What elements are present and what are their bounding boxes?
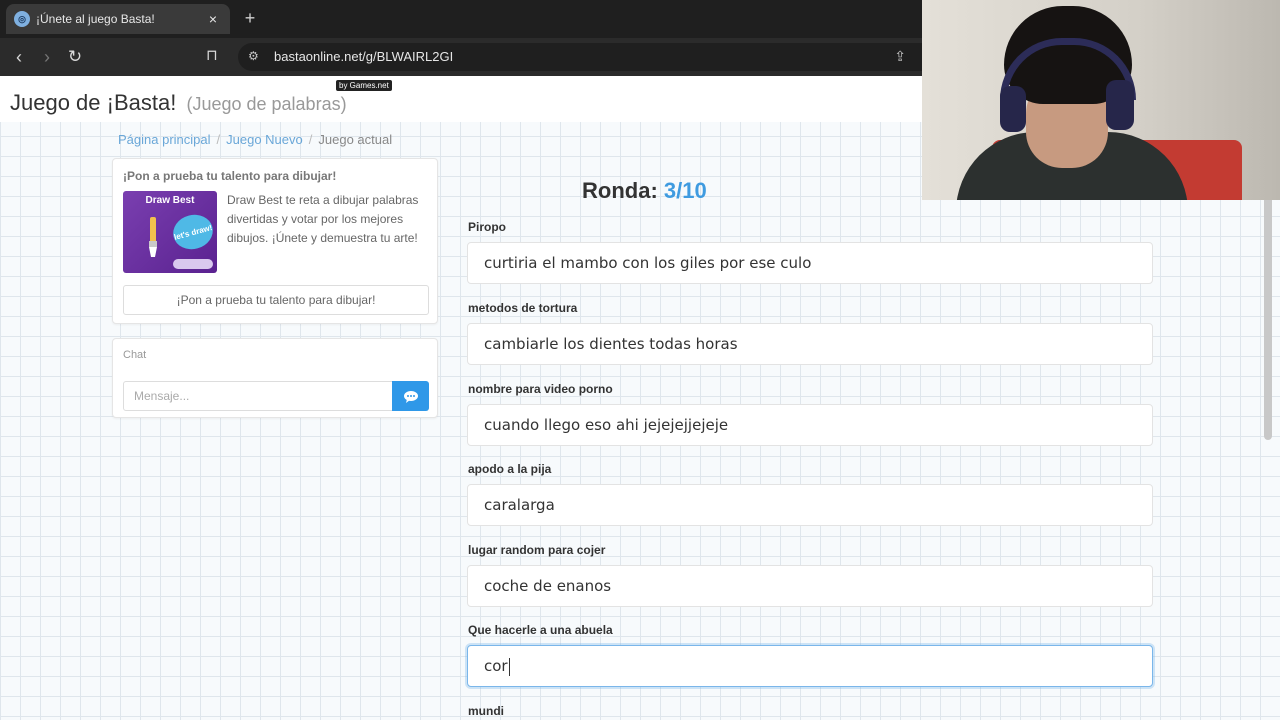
field-input-metodos-de-tortura[interactable]: cambiarle los dientes todas horas	[467, 323, 1153, 365]
field-label: lugar random para cojer	[468, 543, 606, 557]
site-title-text: Juego de ¡Basta!	[10, 90, 177, 115]
bookmark-icon[interactable]: ⊓	[206, 46, 218, 64]
field-input-nombre-video[interactable]: cuando llego eso ahi jejejejjejeje	[467, 404, 1153, 446]
chat-card: Chat	[112, 338, 438, 418]
chat-label: Chat	[123, 349, 147, 361]
webcam-overlay	[922, 0, 1280, 200]
promo-description: Draw Best te reta a dibujar palabras div…	[227, 193, 419, 245]
share-icon[interactable]: ⇪	[894, 48, 906, 65]
field-label: apodo a la pija	[468, 462, 552, 476]
address-bar[interactable]: ⚙ bastaonline.net/g/BLWAIRL2GI ⇪	[238, 43, 922, 71]
globe-icon: ◎	[14, 11, 30, 27]
field-input-apodo[interactable]: caralarga	[467, 484, 1153, 526]
promo-image-bubble: let's draw!	[169, 210, 217, 254]
field-input-abuela-value: cor	[484, 657, 508, 675]
field-label: Piropo	[468, 220, 506, 234]
chat-send-button[interactable]	[392, 381, 429, 411]
url-text: bastaonline.net/g/BLWAIRL2GI	[274, 49, 454, 64]
breadcrumb: Página principal / Juego Nuevo / Juego actua…	[118, 132, 392, 147]
site-subtitle: (Juego de palabras)	[186, 94, 347, 114]
breadcrumb-separator: /	[308, 132, 313, 147]
round-label: Ronda:	[582, 178, 658, 203]
headset-earcup-left	[1000, 86, 1026, 132]
field-label: metodos de tortura	[468, 301, 578, 315]
promo-heading: ¡Pon a prueba tu talento para dibujar!	[123, 169, 337, 183]
paintbrush-icon	[149, 217, 157, 257]
browser-tab[interactable]: ◎ ¡Únete al juego Basta! ×	[6, 4, 230, 34]
field-input-lugar-random[interactable]: coche de enanos	[467, 565, 1153, 607]
promo-image-title: Draw Best	[145, 195, 195, 206]
promo-card: ¡Pon a prueba tu talento para dibujar! D…	[112, 158, 438, 324]
close-icon[interactable]: ×	[204, 11, 222, 27]
field-label: nombre para video porno	[468, 382, 613, 396]
browser-nav-bar: ‹ › ↻ ⊓ ⚙ bastaonline.net/g/BLWAIRL2GI ⇪	[0, 38, 922, 76]
chat-message-input[interactable]	[123, 381, 393, 411]
headset-earcup-right	[1106, 80, 1134, 130]
breadcrumb-current: Juego actual	[318, 132, 393, 147]
field-label: Que hacerle a una abuela	[468, 623, 613, 637]
scrollbar[interactable]	[1264, 196, 1272, 440]
chat-bubble-icon	[403, 390, 418, 403]
promo-image-footer	[173, 259, 213, 269]
text-caret	[508, 657, 510, 676]
brand-badge: by Games.net	[336, 80, 392, 91]
back-icon[interactable]: ‹	[8, 46, 30, 68]
new-tab-button[interactable]: +	[240, 8, 260, 29]
forward-icon[interactable]: ›	[36, 46, 58, 68]
field-input-piropo[interactable]: curtiria el mambo con los giles por ese …	[467, 242, 1153, 284]
breadcrumb-home[interactable]: Página principal	[118, 132, 211, 147]
reload-icon[interactable]: ↻	[64, 46, 86, 68]
site-header: Juego de ¡Basta! (Juego de palabras) by …	[0, 76, 922, 122]
page-title: Juego de ¡Basta! (Juego de palabras)	[10, 90, 347, 116]
round-indicator: Ronda: 3/10	[582, 178, 707, 204]
round-value: 3/10	[663, 178, 707, 203]
draw-best-button[interactable]: ¡Pon a prueba tu talento para dibujar!	[123, 285, 429, 315]
draw-best-image[interactable]: Draw Best let's draw!	[123, 191, 217, 273]
tab-title: ¡Únete al juego Basta!	[36, 12, 155, 26]
field-label: mundi	[468, 704, 504, 718]
breadcrumb-separator: /	[216, 132, 221, 147]
breadcrumb-new-game[interactable]: Juego Nuevo	[226, 132, 303, 147]
site-settings-icon[interactable]: ⚙	[248, 49, 259, 63]
browser-tab-bar: ◎ ¡Únete al juego Basta! × +	[0, 0, 922, 38]
field-input-abuela[interactable]: cor	[467, 645, 1153, 687]
